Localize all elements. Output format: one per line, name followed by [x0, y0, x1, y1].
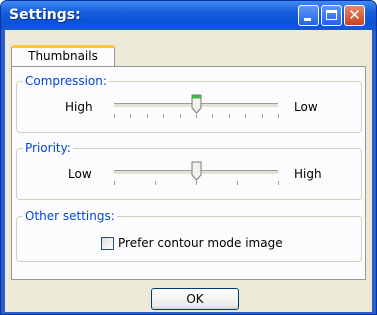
- priority-slider-thumb[interactable]: [191, 161, 202, 181]
- compression-tick: [147, 114, 148, 118]
- compression-tick: [212, 114, 213, 118]
- compression-label: Compression:: [23, 74, 109, 88]
- close-icon: ✕: [348, 6, 361, 24]
- priority-group: Priority: Low High: [16, 141, 362, 200]
- compression-low-label: Low: [294, 100, 318, 114]
- compression-tick: [262, 114, 263, 118]
- other-settings-label: Other settings:: [23, 209, 117, 223]
- compression-group: Compression: High Low: [16, 74, 362, 133]
- priority-tick: [237, 181, 238, 185]
- minimize-button[interactable]: [298, 5, 319, 26]
- title-bar[interactable]: Settings: ✕: [1, 1, 376, 30]
- ok-button[interactable]: OK: [151, 288, 239, 310]
- settings-window: Settings: ✕ Thumbnails Compression: High…: [0, 0, 377, 315]
- tab-panel: Compression: High Low Priority: Low High: [11, 66, 366, 280]
- tab-thumbnails[interactable]: Thumbnails: [11, 45, 115, 66]
- dialog-body: Thumbnails Compression: High Low Priorit…: [5, 30, 372, 312]
- priority-tick: [196, 181, 197, 185]
- maximize-icon: [326, 10, 337, 20]
- close-button[interactable]: ✕: [344, 5, 365, 26]
- priority-tick: [155, 181, 156, 185]
- other-settings-group: Other settings: Prefer contour mode imag…: [16, 209, 362, 262]
- priority-tick: [278, 181, 279, 185]
- compression-tick: [245, 114, 246, 118]
- priority-high-label: High: [294, 167, 322, 181]
- compression-tick: [180, 114, 181, 118]
- compression-tick: [114, 114, 115, 118]
- prefer-contour-label[interactable]: Prefer contour mode image: [118, 236, 283, 250]
- compression-tick: [130, 114, 131, 118]
- compression-tick: [278, 114, 279, 118]
- prefer-contour-checkbox[interactable]: [101, 237, 114, 250]
- compression-tick: [229, 114, 230, 118]
- compression-tick: [163, 114, 164, 118]
- priority-low-label: Low: [68, 167, 92, 181]
- priority-label: Priority:: [23, 141, 73, 155]
- compression-slider-thumb[interactable]: [191, 94, 202, 114]
- maximize-button[interactable]: [321, 5, 342, 26]
- minimize-icon: [304, 18, 311, 21]
- window-title: Settings:: [9, 7, 81, 23]
- priority-tick: [114, 181, 115, 185]
- compression-tick: [196, 114, 197, 118]
- compression-high-label: High: [65, 100, 93, 114]
